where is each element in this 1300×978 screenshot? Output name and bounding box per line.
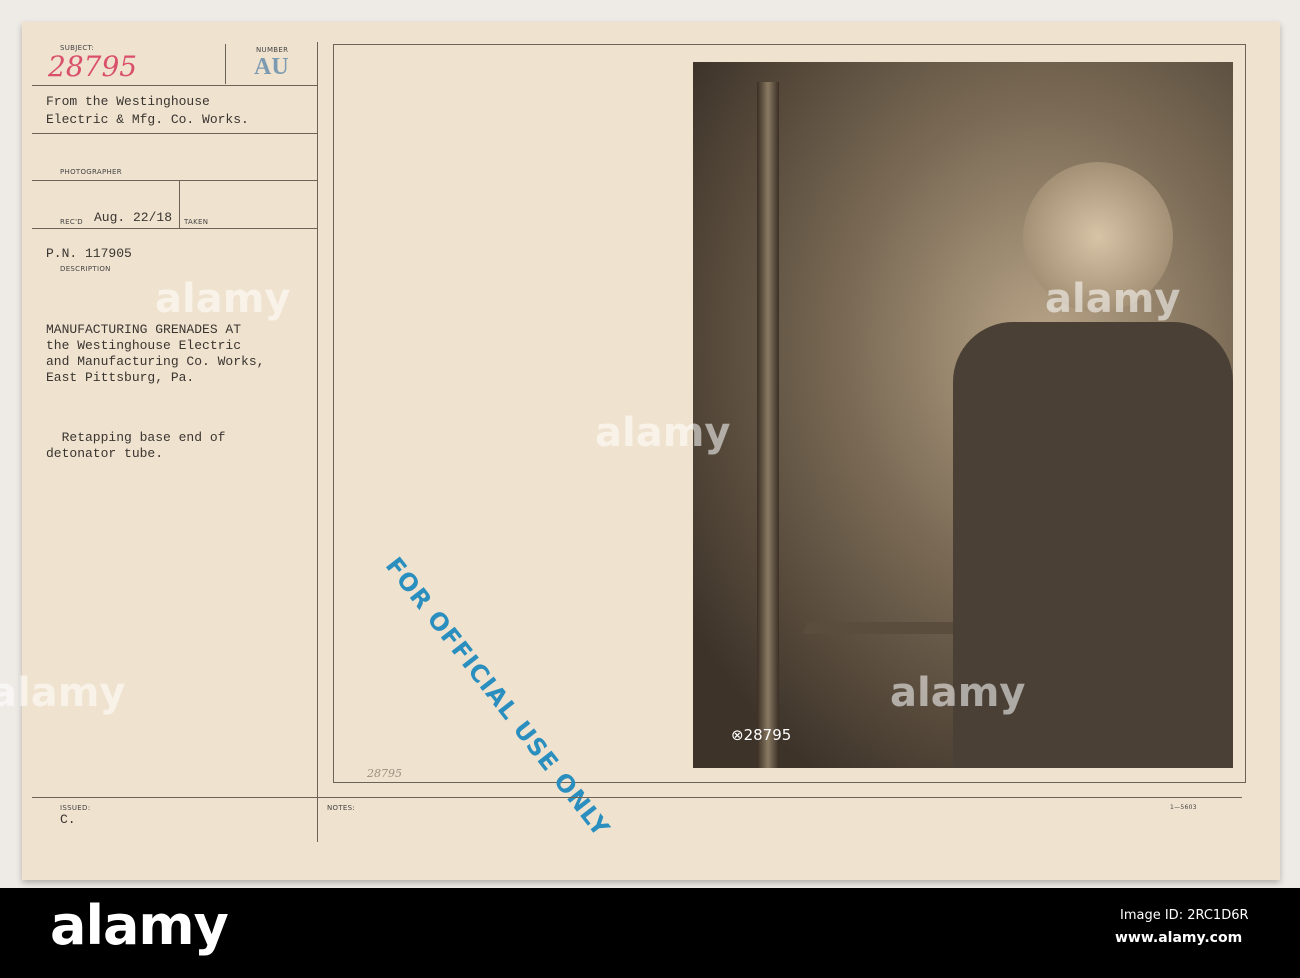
source-line-1: From the Westinghouse	[46, 94, 210, 109]
issued-label: ISSUED:	[60, 804, 91, 812]
image-id: Image ID: 2RC1D6R	[1120, 908, 1249, 923]
photo-number: ⊗28795	[731, 726, 792, 744]
watermark: alamy	[1045, 276, 1181, 322]
pn-number: P.N. 117905	[46, 246, 132, 261]
description: MANUFACTURING GRENADES AT the Westinghou…	[46, 322, 264, 386]
description-line: and Manufacturing Co. Works,	[46, 354, 265, 369]
site-url[interactable]: www.alamy.com	[1115, 930, 1242, 946]
caption-line: Retapping base end of	[46, 430, 226, 445]
caption-line: detonator tube.	[46, 446, 164, 461]
source-line-2: Electric & Mfg. Co. Works.	[46, 112, 249, 127]
watermark: alamy	[890, 670, 1026, 716]
recd-date: Aug. 22/18	[94, 210, 173, 225]
number-label: NUMBER	[256, 46, 289, 54]
form-number: 1—5603	[1170, 804, 1197, 811]
issued-value: C.	[60, 812, 76, 827]
photograph: ⊗28795	[693, 62, 1233, 768]
number-value: AU	[254, 54, 289, 80]
watermark: alamy	[595, 410, 731, 456]
description-line: MANUFACTURING GRENADES AT	[46, 322, 242, 337]
drill-press-column	[757, 82, 779, 768]
watermark: alamy	[155, 276, 291, 322]
caption: Retapping base end of detonator tube.	[46, 430, 225, 462]
taken-label: TAKEN	[184, 218, 209, 226]
description-label: DESCRIPTION	[60, 265, 111, 273]
watermark: alamy	[0, 670, 126, 716]
photographer-label: PHOTOGRAPHER	[60, 168, 122, 176]
subject-number: 28795	[48, 50, 138, 83]
footer-bar: alamy Image ID: 2RC1D6R www.alamy.com	[0, 888, 1300, 978]
description-line: the Westinghouse Electric	[46, 338, 242, 353]
notes-label: NOTES:	[327, 804, 356, 812]
recd-label: REC'D	[60, 218, 83, 226]
description-line: East Pittsburg, Pa.	[46, 370, 195, 385]
alamy-logo: alamy	[50, 894, 229, 957]
pencil-number: 28795	[367, 767, 402, 780]
